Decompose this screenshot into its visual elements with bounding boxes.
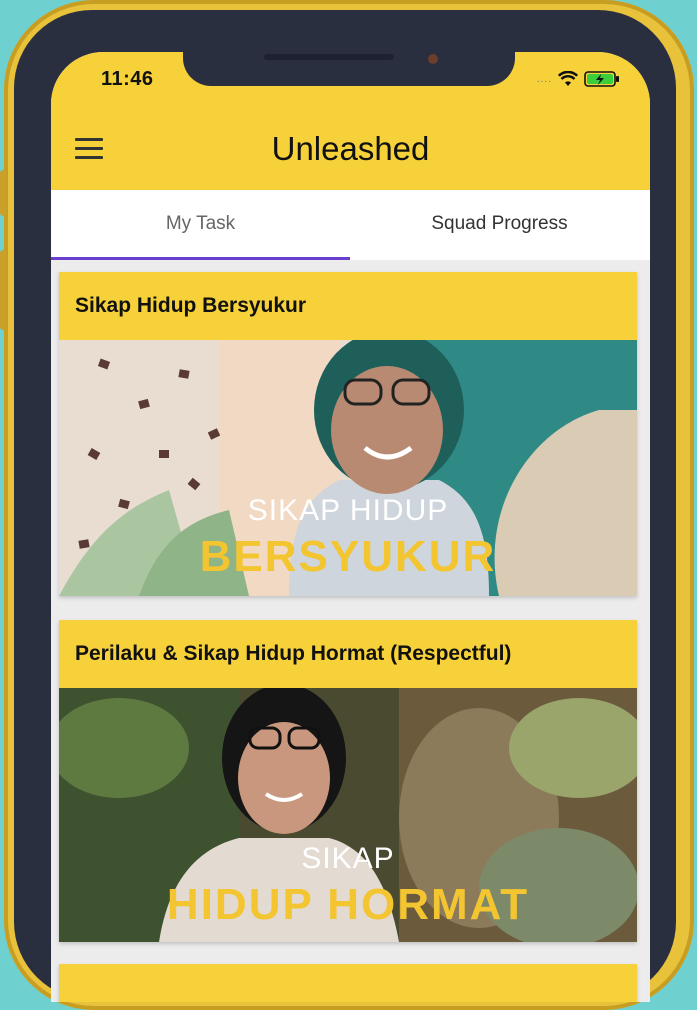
tab-indicator [51,257,350,260]
video-thumbnail[interactable]: SIKAP HIDUP HORMAT [59,688,637,942]
thumbnail-caption-line2: BERSYUKUR [199,532,497,581]
task-card[interactable]: Sikap Hidup Bersyukur SIKAP HIDUP BERSYU… [59,272,637,596]
wifi-icon [558,71,578,86]
thumbnail-caption-line1: SIKAP HIDUP [247,494,449,527]
status-icons: .... [537,70,620,88]
speaker [264,54,394,60]
side-button [0,170,6,216]
battery-charging-icon [584,71,619,87]
task-card[interactable]: Perilaku & Sikap Hidup Hormat (Respectfu… [59,620,637,942]
side-button [0,250,6,330]
card-title: Perilaku & Sikap Hidup Hormat (Respectfu… [75,642,512,665]
task-card[interactable] [59,964,637,1002]
thumbnail-caption-line1: SIKAP [301,842,395,875]
tab-my-task[interactable]: My Task [51,190,350,260]
card-title: Sikap Hidup Bersyukur [75,294,307,317]
tab-squad-progress[interactable]: Squad Progress [350,190,649,260]
signal-icon: .... [536,73,552,85]
thumbnail-caption-line2: HIDUP HORMAT [166,880,530,929]
tab-bar: My Task Squad Progress [51,190,650,260]
video-thumbnail[interactable]: SIKAP HIDUP BERSYUKUR [59,340,637,596]
screen: 11:46 .... Unleashed My Task Squad Progr… [51,52,650,1002]
front-camera [428,54,438,64]
app-title: Unleashed [271,130,430,167]
status-time: 11:46 [101,68,154,90]
